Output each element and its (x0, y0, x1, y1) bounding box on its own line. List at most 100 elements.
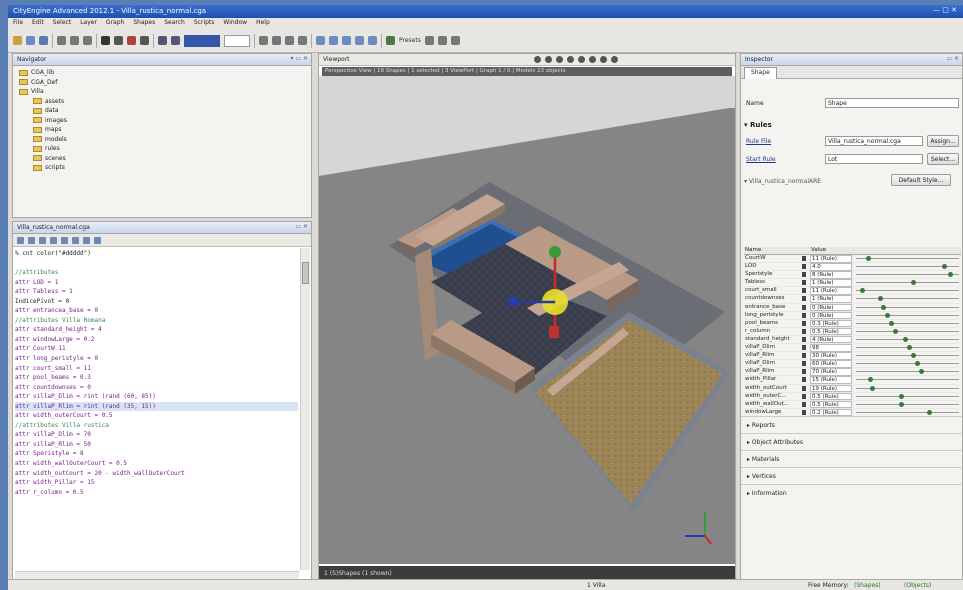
attribute-value-field[interactable]: 15 (Rule) (810, 376, 852, 384)
attribute-slider[interactable] (856, 393, 959, 399)
attribute-slider[interactable] (856, 264, 959, 270)
menu-search[interactable]: Search (164, 19, 185, 28)
attribute-slider[interactable] (856, 288, 959, 294)
slider-knob[interactable] (942, 264, 948, 270)
attribute-slider[interactable] (856, 256, 959, 261)
panel-controls[interactable]: ▭ ✕ (946, 55, 959, 62)
connection-icon[interactable] (802, 280, 806, 286)
slider-knob[interactable] (877, 296, 883, 302)
connection-icon[interactable] (802, 369, 806, 375)
tree-item[interactable]: scripts (17, 163, 307, 173)
3d-scene[interactable] (319, 76, 735, 564)
menu-layer[interactable]: Layer (80, 19, 97, 28)
camera-icon[interactable] (534, 56, 541, 63)
tree-item[interactable]: assets (17, 97, 307, 107)
connection-icon[interactable] (802, 353, 806, 359)
attribute-value-field[interactable]: 0.5 (Rule) (810, 327, 852, 336)
connection-icon[interactable] (802, 312, 806, 318)
comment-icon[interactable] (50, 236, 57, 244)
information-section[interactable]: ▸ Information (741, 484, 962, 501)
vertical-scrollbar[interactable] (300, 248, 310, 570)
attribute-slider[interactable] (856, 409, 959, 415)
slider-knob[interactable] (865, 256, 871, 261)
slider-knob[interactable] (910, 353, 916, 359)
attribute-slider[interactable] (856, 369, 959, 375)
cleanup-icon[interactable] (298, 36, 307, 45)
new-icon[interactable] (13, 36, 22, 45)
presets-icon[interactable] (386, 36, 395, 45)
menu-help[interactable]: Help (256, 19, 270, 28)
attribute-value-field[interactable]: 11 (Rule) (810, 255, 852, 263)
connection-icon[interactable] (802, 320, 806, 326)
objects-indicator[interactable]: (Objects) (904, 582, 931, 589)
connection-icon[interactable] (802, 256, 806, 261)
tree-item[interactable]: Villa (17, 87, 307, 97)
connection-icon[interactable] (802, 328, 806, 334)
bookmark-icon[interactable] (600, 56, 607, 63)
attribute-slider[interactable] (856, 385, 959, 391)
panel-controls[interactable]: ▾ ▭ ✕ (290, 55, 308, 62)
slider-knob[interactable] (881, 304, 887, 310)
attribute-value-field[interactable]: 70 (Rule) (810, 368, 852, 376)
regenerate-icon[interactable] (329, 36, 338, 45)
outline-icon[interactable] (94, 236, 101, 244)
view-icon[interactable] (424, 36, 434, 45)
menu-select[interactable]: Select (53, 19, 72, 28)
attribute-slider[interactable] (856, 345, 959, 351)
format-icon[interactable] (39, 236, 46, 244)
slider-knob[interactable] (899, 393, 905, 399)
grid-icon[interactable] (589, 56, 596, 63)
save-icon[interactable] (39, 36, 48, 45)
tree-item[interactable]: data (17, 106, 307, 116)
connection-icon[interactable] (802, 264, 806, 270)
zoom-out-icon[interactable] (83, 236, 90, 244)
slider-knob[interactable] (914, 361, 920, 367)
slider-knob[interactable] (869, 385, 875, 391)
slider-knob[interactable] (948, 272, 954, 278)
scroll-thumb[interactable] (302, 262, 309, 284)
attribute-value-field[interactable]: 0 (Rule) (810, 303, 852, 312)
zoom-in-icon[interactable] (72, 236, 79, 244)
select-button[interactable]: Select... (927, 153, 959, 165)
scale-icon[interactable] (83, 36, 92, 45)
tree-item[interactable]: scenes (17, 154, 307, 164)
attribute-value-field[interactable]: 1 (Rule) (810, 279, 852, 287)
align-icon[interactable] (259, 36, 268, 45)
tab-shape[interactable]: Shape (744, 67, 777, 79)
generate-icon[interactable] (316, 36, 325, 45)
rule-file-field[interactable]: Villa_rustica_normal.cga (825, 136, 923, 146)
update-icon[interactable] (342, 36, 351, 45)
search-field[interactable] (224, 34, 250, 47)
attribute-value-field[interactable]: 0.5 (Rule) (810, 392, 852, 401)
attribute-value-field[interactable]: 0.3 (Rule) (810, 319, 852, 328)
slider-knob[interactable] (899, 401, 905, 407)
connection-icon[interactable] (802, 288, 806, 294)
attribute-value-field[interactable]: 60 (Rule) (810, 360, 852, 368)
attribute-slider[interactable] (856, 280, 959, 286)
graph-tool-icon[interactable] (140, 36, 149, 45)
shading-icon[interactable] (556, 56, 563, 63)
attribute-value-field[interactable]: 19 (Rule) (810, 384, 852, 392)
rotate-icon[interactable] (70, 36, 79, 45)
lighting-icon[interactable] (545, 56, 552, 63)
connection-icon[interactable] (802, 272, 806, 278)
tree-item[interactable]: maps (17, 125, 307, 135)
delete-icon[interactable] (127, 36, 136, 45)
slider-knob[interactable] (867, 377, 873, 383)
reports-section[interactable]: ▸ Reports (741, 416, 962, 433)
attribute-value-field[interactable]: 0.5 (Rule) (810, 400, 852, 409)
tree-item[interactable]: models (17, 135, 307, 145)
menu-graph[interactable]: Graph (106, 19, 124, 28)
find-icon[interactable] (61, 236, 68, 244)
connection-icon[interactable] (802, 304, 806, 310)
slider-knob[interactable] (885, 312, 891, 318)
slider-knob[interactable] (889, 320, 895, 326)
attribute-value-field[interactable]: 0 (Rule) (810, 311, 852, 320)
gizmo-z-handle[interactable] (549, 326, 559, 338)
attribute-value-field[interactable]: 98 (810, 344, 852, 352)
attribute-slider[interactable] (856, 272, 959, 278)
attribute-value-field[interactable]: 1 (Rule) (810, 295, 852, 303)
select-tool-icon[interactable] (101, 36, 110, 45)
open-icon[interactable] (26, 36, 35, 45)
selection-dropdown[interactable] (184, 34, 220, 47)
